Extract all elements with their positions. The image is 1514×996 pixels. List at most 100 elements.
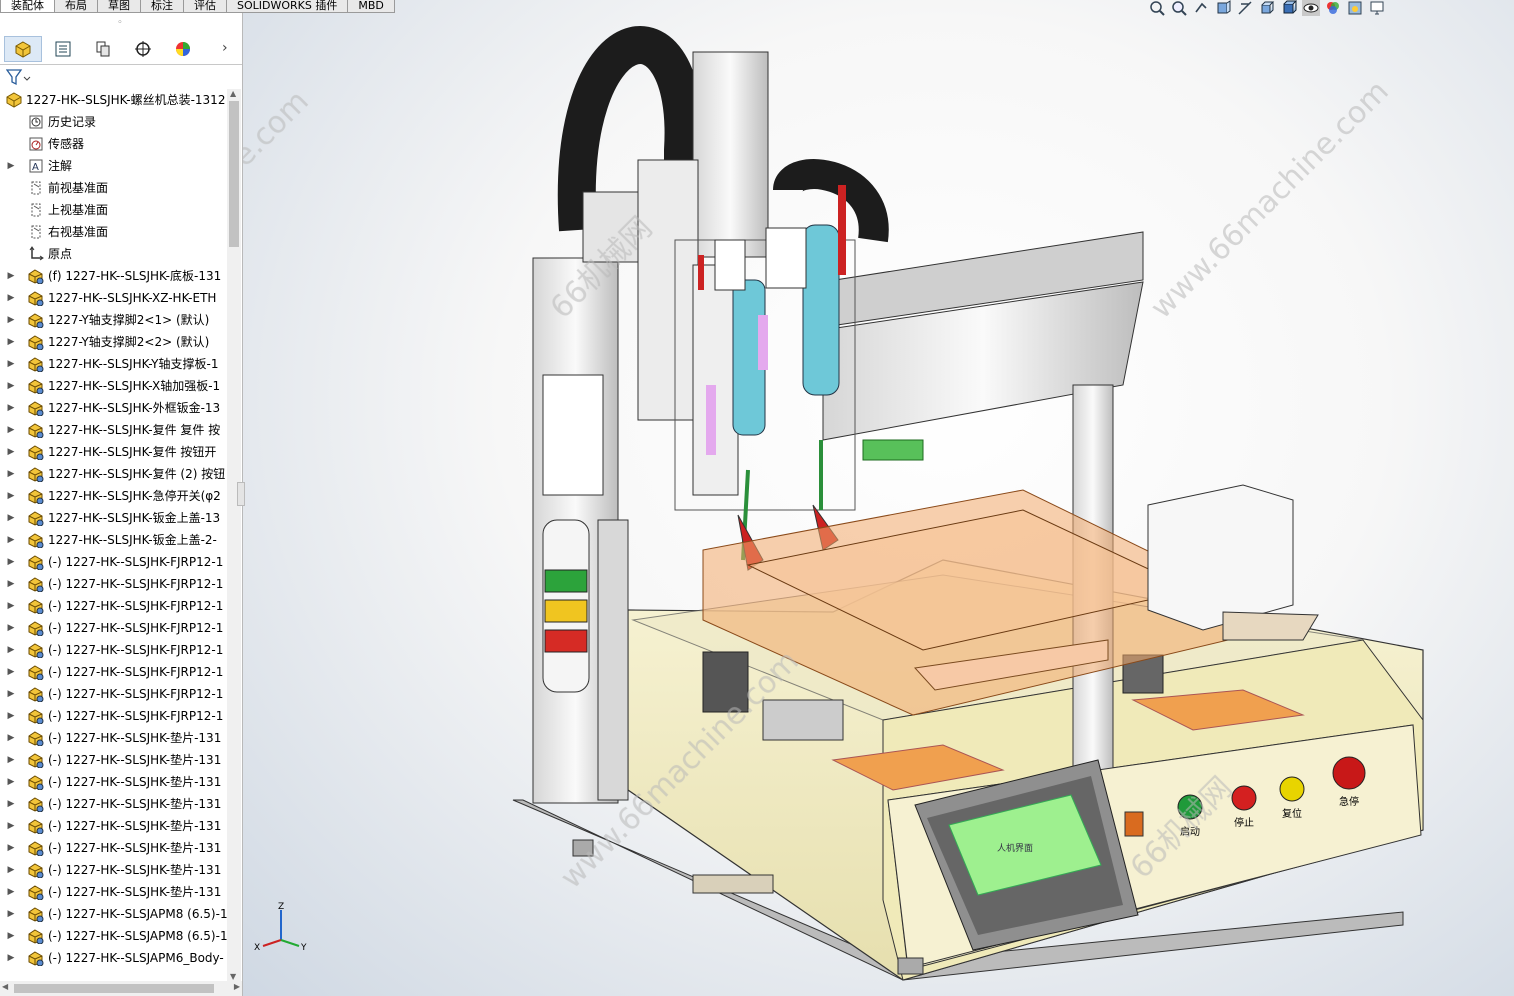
tree-item[interactable]: ▶ (-) 1227-HK--SLSJHK-垫片-131 bbox=[0, 749, 227, 771]
tree-item[interactable]: ▶ 1227-Y轴支撑脚2<2> (默认) bbox=[0, 331, 227, 353]
hscroll-thumb[interactable] bbox=[14, 984, 214, 993]
expand-arrow-icon[interactable]: ▶ bbox=[6, 837, 16, 859]
tab-configurationmanager[interactable] bbox=[84, 36, 122, 62]
tree-item[interactable]: ▶ A 注解 bbox=[0, 155, 227, 177]
tree-item[interactable]: 前视基准面 bbox=[0, 177, 227, 199]
tree-item[interactable]: ▶ (-) 1227-HK--SLSJHK-FJRP12-1 bbox=[0, 639, 227, 661]
expand-arrow-icon[interactable]: ▶ bbox=[6, 507, 16, 529]
tree-item[interactable]: ▶ (f) 1227-HK--SLSJHK-底板-131 bbox=[0, 265, 227, 287]
expand-arrow-icon[interactable]: ▶ bbox=[6, 815, 16, 837]
tree-item[interactable]: ▶ (-) 1227-HK--SLSJHK-垫片-131 bbox=[0, 793, 227, 815]
tree-item[interactable]: ▶ (-) 1227-HK--SLSJHK-垫片-131 bbox=[0, 859, 227, 881]
expand-arrow-icon[interactable]: ▶ bbox=[6, 265, 16, 287]
tree-item[interactable]: ▶ 1227-HK--SLSJHK-复件 按钮开 bbox=[0, 441, 227, 463]
tree-item[interactable]: ▶ 1227-HK--SLSJHK-复件 复件 按 bbox=[0, 419, 227, 441]
scroll-up-icon[interactable]: ▲ bbox=[230, 89, 236, 98]
tab-propertymanager[interactable] bbox=[44, 36, 82, 62]
graphics-area[interactable]: 人机界面 启动 停止 复位 急停 www.66machine.com 66机械网 www.… bbox=[243, 0, 1514, 996]
expand-arrow-icon[interactable]: ▶ bbox=[6, 375, 16, 397]
tab-dimxpert[interactable] bbox=[124, 36, 162, 62]
tree-item[interactable]: ▶ (-) 1227-HK--SLSJHK-FJRP12-1 bbox=[0, 705, 227, 727]
expand-arrow-icon[interactable]: ▶ bbox=[6, 463, 16, 485]
filter-icon[interactable] bbox=[6, 68, 32, 86]
tree-item[interactable]: ▶ 1227-HK--SLSJHK-复件 (2) 按钮 bbox=[0, 463, 227, 485]
tree-item[interactable]: 传感器 bbox=[0, 133, 227, 155]
expand-arrow-icon[interactable]: ▶ bbox=[6, 859, 16, 881]
expand-arrow-icon[interactable]: ▶ bbox=[6, 331, 16, 353]
tree-item[interactable]: ▶ 1227-HK--SLSJHK-钣金上盖-13 bbox=[0, 507, 227, 529]
tree-item[interactable]: ▶ 1227-Y轴支撑脚2<1> (默认) bbox=[0, 309, 227, 331]
tree-item[interactable]: ▶ 1227-HK--SLSJHK-急停开关(φ2 bbox=[0, 485, 227, 507]
tree-item[interactable]: ▶ (-) 1227-HK--SLSJHK-FJRP12-1 bbox=[0, 661, 227, 683]
tree-item[interactable]: ▶ (-) 1227-HK--SLSJHK-FJRP12-1 bbox=[0, 573, 227, 595]
tree-horizontal-scrollbar[interactable]: ◀ ▶ bbox=[0, 981, 242, 996]
assembly-model[interactable]: 人机界面 启动停止复位急停 www.66machine.com 66机械网 www.… bbox=[243, 0, 1514, 996]
scroll-right-icon[interactable]: ▶ bbox=[234, 982, 240, 991]
expand-arrow-icon[interactable]: ▶ bbox=[6, 925, 16, 947]
expand-arrow-icon[interactable]: ▶ bbox=[6, 705, 16, 727]
expand-arrow-icon[interactable]: ▶ bbox=[6, 309, 16, 331]
tree-item[interactable]: ▶ (-) 1227-HK--SLSJHK-垫片-131 bbox=[0, 771, 227, 793]
expand-arrow-icon[interactable]: ▶ bbox=[6, 683, 16, 705]
expand-arrow-icon[interactable]: ▶ bbox=[6, 661, 16, 683]
panel-grip-icon[interactable]: ◦ bbox=[114, 18, 126, 30]
expand-arrow-icon[interactable]: ▶ bbox=[6, 551, 16, 573]
tree-item[interactable]: ▶ (-) 1227-HK--SLSJHK-FJRP12-1 bbox=[0, 595, 227, 617]
tree-vertical-scrollbar[interactable]: ▲ ▼ bbox=[227, 89, 241, 981]
tree-item[interactable]: ▶ 1227-HK--SLSJHK-Y轴支撑板-1 bbox=[0, 353, 227, 375]
tree-item[interactable]: ▶ (-) 1227-HK--SLSJAPM6_Body- bbox=[0, 947, 227, 969]
expand-arrow-icon[interactable]: ▶ bbox=[6, 573, 16, 595]
expand-arrow-icon[interactable]: ▶ bbox=[6, 793, 16, 815]
tree-item[interactable]: ▶ 1227-HK--SLSJHK-X轴加强板-1 bbox=[0, 375, 227, 397]
tree-item[interactable]: ▶ (-) 1227-HK--SLSJHK-垫片-131 bbox=[0, 815, 227, 837]
expand-arrow-icon[interactable]: ▶ bbox=[6, 353, 16, 375]
tab-featuremanager[interactable] bbox=[4, 36, 42, 62]
expand-arrow-icon[interactable]: ▶ bbox=[6, 727, 16, 749]
command-tab[interactable]: 评估 bbox=[183, 0, 227, 13]
scroll-left-icon[interactable]: ◀ bbox=[2, 982, 8, 991]
tree-item[interactable]: 历史记录 bbox=[0, 111, 227, 133]
expand-arrow-icon[interactable]: ▶ bbox=[6, 595, 16, 617]
expand-arrow-icon[interactable]: ▶ bbox=[6, 397, 16, 419]
scroll-down-icon[interactable]: ▼ bbox=[230, 972, 236, 981]
expand-arrow-icon[interactable]: ▶ bbox=[6, 771, 16, 793]
tree-item[interactable]: ▶ (-) 1227-HK--SLSJAPM8 (6.5)-1 bbox=[0, 903, 227, 925]
tree-item[interactable]: ▶ (-) 1227-HK--SLSJHK-FJRP12-1 bbox=[0, 683, 227, 705]
command-tab[interactable]: 装配体 bbox=[0, 0, 55, 13]
expand-arrow-icon[interactable]: ▶ bbox=[6, 947, 16, 969]
command-tab[interactable]: MBD bbox=[347, 0, 395, 13]
tree-item[interactable]: ▶ 1227-HK--SLSJHK-外框钣金-13 bbox=[0, 397, 227, 419]
tree-item[interactable]: 右视基准面 bbox=[0, 221, 227, 243]
tree-item[interactable]: ▶ (-) 1227-HK--SLSJHK-FJRP12-1 bbox=[0, 551, 227, 573]
expand-arrow-icon[interactable]: ▶ bbox=[6, 639, 16, 661]
tree-item[interactable]: ▶ (-) 1227-HK--SLSJHK-垫片-131 bbox=[0, 837, 227, 859]
tree-item[interactable]: ▶ 1227-HK--SLSJHK-XZ-HK-ETH bbox=[0, 287, 227, 309]
expand-arrow-icon[interactable]: ▶ bbox=[6, 749, 16, 771]
tree-item[interactable]: ▶ (-) 1227-HK--SLSJHK-垫片-131 bbox=[0, 881, 227, 903]
tree-item[interactable]: ▶ (-) 1227-HK--SLSJHK-垫片-131 bbox=[0, 727, 227, 749]
tree-item[interactable]: 原点 bbox=[0, 243, 227, 265]
tree-item[interactable]: 1227-HK--SLSJHK-螺丝机总装-1312 bbox=[0, 89, 227, 111]
tree-item[interactable]: 上视基准面 bbox=[0, 199, 227, 221]
scroll-thumb[interactable] bbox=[229, 101, 239, 247]
expand-arrow-icon[interactable]: ▶ bbox=[6, 529, 16, 551]
tree-item[interactable]: ▶ 1227-HK--SLSJHK-钣金上盖-2- bbox=[0, 529, 227, 551]
expand-arrow-icon[interactable]: ▶ bbox=[6, 881, 16, 903]
chevron-right-icon[interactable]: › bbox=[222, 40, 228, 56]
part-icon bbox=[28, 291, 44, 306]
tab-display-manager[interactable] bbox=[164, 36, 202, 62]
expand-arrow-icon[interactable]: ▶ bbox=[6, 155, 16, 177]
tree-item[interactable]: ▶ (-) 1227-HK--SLSJHK-FJRP12-1 bbox=[0, 617, 227, 639]
panel-splitter[interactable] bbox=[237, 482, 245, 506]
command-tab[interactable]: 标注 bbox=[140, 0, 184, 13]
command-tab[interactable]: SOLIDWORKS 插件 bbox=[226, 0, 349, 13]
command-tab[interactable]: 布局 bbox=[54, 0, 98, 13]
tree-item[interactable]: ▶ (-) 1227-HK--SLSJAPM8 (6.5)-1 bbox=[0, 925, 227, 947]
expand-arrow-icon[interactable]: ▶ bbox=[6, 287, 16, 309]
expand-arrow-icon[interactable]: ▶ bbox=[6, 617, 16, 639]
expand-arrow-icon[interactable]: ▶ bbox=[6, 441, 16, 463]
expand-arrow-icon[interactable]: ▶ bbox=[6, 485, 16, 507]
expand-arrow-icon[interactable]: ▶ bbox=[6, 419, 16, 441]
command-tab[interactable]: 草图 bbox=[97, 0, 141, 13]
expand-arrow-icon[interactable]: ▶ bbox=[6, 903, 16, 925]
